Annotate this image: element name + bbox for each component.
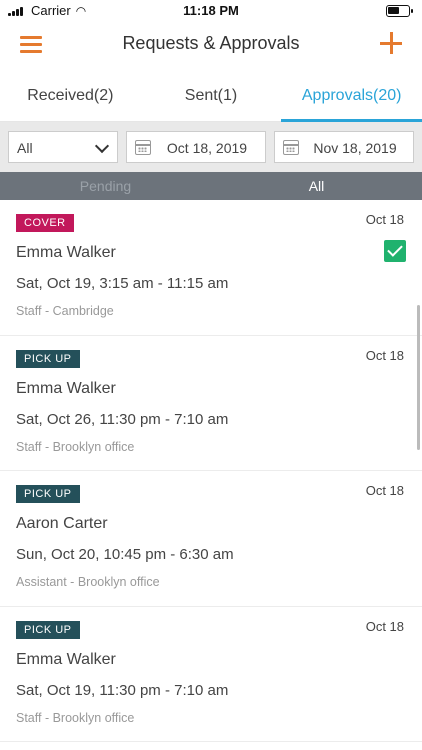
- list-item[interactable]: COVER Oct 18 Emma Walker Sat, Oct 19, 3:…: [0, 200, 422, 336]
- tab-sent[interactable]: Sent(1): [141, 80, 282, 121]
- status-segment: Pending All: [0, 172, 422, 200]
- battery-icon: [386, 5, 413, 17]
- tab-approvals[interactable]: Approvals(20): [281, 80, 422, 122]
- tab-received[interactable]: Received(2): [0, 80, 141, 121]
- request-date: Oct 18: [365, 212, 404, 227]
- scrollbar[interactable]: [417, 305, 420, 450]
- employee-name: Emma Walker: [16, 650, 116, 668]
- type-badge: COVER: [16, 214, 74, 232]
- request-date: Oct 18: [365, 618, 404, 634]
- request-date: Oct 18: [365, 483, 404, 498]
- segment-pending[interactable]: Pending: [0, 172, 211, 200]
- end-date-field[interactable]: Nov 18, 2019: [274, 131, 414, 163]
- filter-bar: All Oct 18, 2019 Nov 18, 2019: [0, 122, 422, 172]
- segment-all[interactable]: All: [211, 172, 422, 200]
- employee-name: Aaron Carter: [16, 515, 108, 532]
- type-badge: PICK UP: [16, 349, 80, 368]
- shift-location: Staff - Brooklyn office: [16, 439, 135, 454]
- request-date: Oct 18: [365, 347, 404, 363]
- page-title: Requests & Approvals: [122, 33, 300, 53]
- request-list: COVER Oct 18 Emma Walker Sat, Oct 19, 3:…: [0, 200, 422, 742]
- type-badge: PICK UP: [16, 485, 80, 503]
- list-item[interactable]: PICK UP Oct 18 Emma Walker Sat, Oct 19, …: [0, 607, 422, 742]
- start-date-field[interactable]: Oct 18, 2019: [126, 131, 266, 163]
- shift-location: Staff - Brooklyn office: [16, 710, 135, 725]
- employee-name: Emma Walker: [16, 244, 116, 261]
- chevron-down-icon: [94, 138, 110, 154]
- status-bar: Carrier ◠ 11:18 PM: [0, 0, 422, 22]
- shift-time: Sat, Oct 26, 11:30 pm - 7:10 am: [16, 410, 229, 428]
- status-time: 11:18 PM: [183, 3, 239, 18]
- type-badge: PICK UP: [16, 620, 80, 639]
- end-date-value: Nov 18, 2019: [313, 140, 397, 156]
- shift-location: Assistant - Brooklyn office: [16, 575, 160, 589]
- shift-time: Sat, Oct 19, 3:15 am - 11:15 am: [16, 275, 229, 292]
- start-date-value: Oct 18, 2019: [166, 140, 248, 156]
- checkmark-icon[interactable]: [384, 240, 406, 262]
- list-item[interactable]: PICK UP Oct 18 Aaron Carter Sun, Oct 20,…: [0, 471, 422, 607]
- shift-time: Sat, Oct 19, 11:30 pm - 7:10 am: [16, 681, 229, 699]
- list-item[interactable]: PICK UP Oct 18 Emma Walker Sat, Oct 26, …: [0, 336, 422, 471]
- shift-location: Staff - Cambridge: [16, 304, 114, 318]
- status-select-value: All: [17, 140, 33, 156]
- plus-icon[interactable]: [380, 32, 402, 54]
- nav-bar: Requests & Approvals: [0, 22, 422, 66]
- tab-bar: Received(2) Sent(1) Approvals(20): [0, 80, 422, 122]
- shift-time: Sun, Oct 20, 10:45 pm - 6:30 am: [16, 546, 234, 563]
- status-select[interactable]: All: [8, 131, 118, 163]
- employee-name: Emma Walker: [16, 379, 116, 397]
